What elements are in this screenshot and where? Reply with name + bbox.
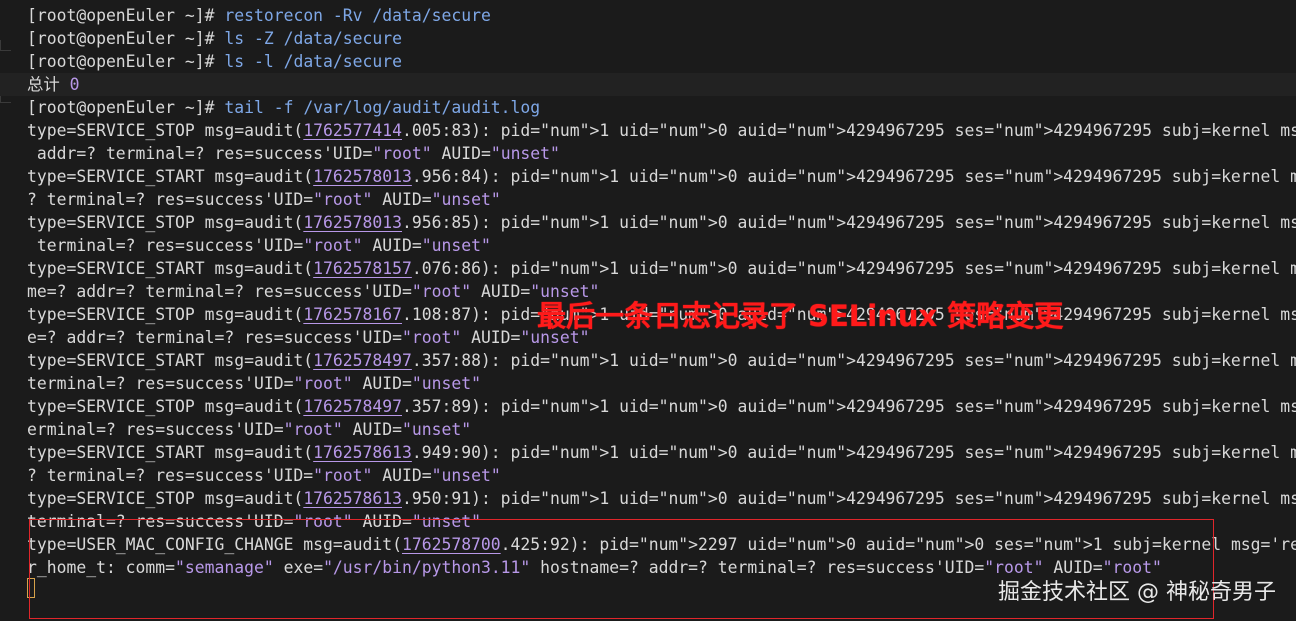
- prompt: [root@openEuler ~]: [27, 98, 205, 117]
- log-timestamp[interactable]: 1762578167: [303, 305, 402, 324]
- log-type: type=SERVICE_STOP msg=audit(: [27, 397, 304, 416]
- command-line: [root@openEuler ~]# tail -f /var/log/aud…: [27, 96, 1296, 119]
- log-line-continuation: addr=? terminal=? res=success'UID="root"…: [27, 144, 560, 163]
- log-timestamp[interactable]: 1762578497: [313, 351, 412, 370]
- prompt: [root@openEuler ~]: [27, 29, 205, 48]
- log-timestamp[interactable]: 1762578613: [303, 489, 402, 508]
- log-line: type=SERVICE_STOP msg=audit(1762578497.3…: [27, 395, 1296, 418]
- log-timestamp[interactable]: 1762578157: [313, 259, 412, 278]
- command-line: [root@openEuler ~]# ls -Z /data/secure: [27, 27, 1296, 50]
- prompt-hash: #: [204, 52, 215, 71]
- prompt: [root@openEuler ~]: [27, 52, 205, 71]
- log-type: type=SERVICE_START msg=audit(: [27, 443, 314, 462]
- log-type: type=SERVICE_START msg=audit(: [27, 259, 314, 278]
- log-type: type=SERVICE_START msg=audit(: [27, 351, 314, 370]
- log-fields: .076:86): pid="num">1 uid="num">0 auid="…: [411, 259, 1296, 278]
- prompt-hash: #: [204, 29, 215, 48]
- log-timestamp[interactable]: 1762577414: [303, 121, 402, 140]
- log-line: type=SERVICE_STOP msg=audit(1762577414.0…: [27, 119, 1296, 142]
- prompt: [root@openEuler ~]: [27, 6, 205, 25]
- log-fields: .956:84): pid="num">1 uid="num">0 auid="…: [411, 167, 1296, 186]
- terminal-window[interactable]: [root@openEuler ~]# restorecon -Rv /data…: [0, 0, 1296, 621]
- command-text: ls -Z /data/secure: [224, 29, 402, 48]
- log-line-continuation: terminal=? res=success'UID="root" AUID="…: [27, 236, 491, 255]
- log-fields: .950:91): pid="num">1 uid="num">0 auid="…: [402, 489, 1296, 508]
- log-type: type=SERVICE_STOP msg=audit(: [27, 305, 304, 324]
- log-line: type=SERVICE_STOP msg=audit(1762578013.9…: [27, 211, 1296, 234]
- command-text: tail -f /var/log/audit/audit.log: [224, 98, 541, 117]
- log-fields: .357:88): pid="num">1 uid="num">0 auid="…: [411, 351, 1296, 370]
- log-timestamp[interactable]: 1762578013: [303, 213, 402, 232]
- command-line: [root@openEuler ~]# ls -l /data/secure: [27, 50, 1296, 73]
- log-fields: .357:89): pid="num">1 uid="num">0 auid="…: [402, 397, 1296, 416]
- log-timestamp[interactable]: 1762578613: [313, 443, 412, 462]
- log-line: type=SERVICE_STOP msg=audit(1762578613.9…: [27, 487, 1296, 510]
- log-timestamp[interactable]: 1762578497: [303, 397, 402, 416]
- log-line-continuation: ? terminal=? res=success'UID="root" AUID…: [27, 466, 501, 485]
- prompt-hash: #: [204, 6, 215, 25]
- total-label: 总计: [27, 75, 60, 94]
- log-line: type=SERVICE_START msg=audit(1762578497.…: [27, 349, 1296, 372]
- command-line: [root@openEuler ~]# restorecon -Rv /data…: [27, 4, 1296, 27]
- log-line-continuation: ? terminal=? res=success'UID="root" AUID…: [27, 190, 501, 209]
- log-fields: .005:83): pid="num">1 uid="num">0 auid="…: [402, 121, 1296, 140]
- log-type: type=SERVICE_STOP msg=audit(: [27, 489, 304, 508]
- annotation-label: 最后一条日志记录了 SELinux 策略变更: [537, 299, 1064, 333]
- log-fields: .949:90): pid="num">1 uid="num">0 auid="…: [411, 443, 1296, 462]
- total-value: 0: [69, 75, 80, 94]
- log-line-continuation: erminal=? res=success'UID="root" AUID="u…: [27, 420, 472, 439]
- command-text: restorecon -Rv /data/secure: [224, 6, 491, 25]
- log-type: type=SERVICE_START msg=audit(: [27, 167, 314, 186]
- log-fields: .956:85): pid="num">1 uid="num">0 auid="…: [402, 213, 1296, 232]
- gutter-marker: [0, 40, 11, 51]
- log-timestamp[interactable]: 1762578013: [313, 167, 412, 186]
- output-total: 总计 0: [27, 73, 1296, 96]
- prompt-hash: #: [204, 98, 215, 117]
- log-line: type=SERVICE_START msg=audit(1762578157.…: [27, 257, 1296, 280]
- log-line-continuation: terminal=? res=success'UID="root" AUID="…: [27, 374, 481, 393]
- log-type: type=SERVICE_STOP msg=audit(: [27, 121, 304, 140]
- command-text: ls -l /data/secure: [224, 52, 402, 71]
- log-type: type=SERVICE_STOP msg=audit(: [27, 213, 304, 232]
- log-line: type=SERVICE_START msg=audit(1762578613.…: [27, 441, 1296, 464]
- log-line: type=SERVICE_START msg=audit(1762578013.…: [27, 165, 1296, 188]
- watermark: 掘金技术社区 @ 神秘奇男子: [998, 580, 1276, 605]
